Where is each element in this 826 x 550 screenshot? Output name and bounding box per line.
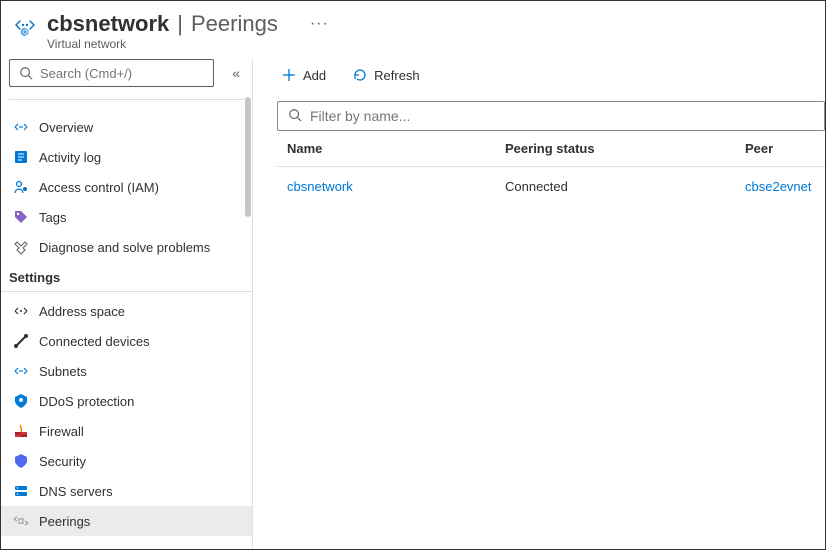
sidebar-item-label: Access control (IAM): [39, 180, 159, 195]
sidebar-item-label: Diagnose and solve problems: [39, 240, 210, 255]
sidebar-item-label: Peerings: [39, 514, 90, 529]
firewall-icon: [13, 423, 29, 439]
column-peer[interactable]: Peer: [745, 141, 815, 156]
add-button[interactable]: Add: [277, 63, 330, 87]
sidebar-item-firewall[interactable]: Firewall: [1, 416, 252, 446]
sidebar-item-security[interactable]: Security: [1, 446, 252, 476]
connected-devices-icon: [13, 333, 29, 349]
subnets-icon: [13, 363, 29, 379]
refresh-icon: [352, 67, 368, 83]
sidebar-item-label: Overview: [39, 120, 93, 135]
sidebar-item-ddos-protection[interactable]: DDoS protection: [1, 386, 252, 416]
sidebar-item-dns-servers[interactable]: DNS servers: [1, 476, 252, 506]
sidebar-item-tags[interactable]: Tags: [1, 202, 252, 232]
page-header: cbsnetwork | Peerings ··· Virtual networ…: [1, 1, 825, 59]
sidebar-item-label: Firewall: [39, 424, 84, 439]
sidebar-item-label: Tags: [39, 210, 66, 225]
more-menu-button[interactable]: ···: [286, 15, 329, 33]
activity-log-icon: [13, 149, 29, 165]
sidebar-item-label: Activity log: [39, 150, 101, 165]
resource-type-label: Virtual network: [47, 37, 809, 51]
ddos-protection-icon: [13, 393, 29, 409]
table-header: Name Peering status Peer: [277, 131, 825, 167]
nav-list: Overview Activity log Access control (IA…: [1, 104, 252, 536]
sidebar-item-subnets[interactable]: Subnets: [1, 356, 252, 386]
sidebar-search-input[interactable]: [40, 66, 205, 81]
title-separator: |: [177, 11, 183, 37]
sidebar-item-connected-devices[interactable]: Connected devices: [1, 326, 252, 356]
sidebar-item-label: Address space: [39, 304, 125, 319]
search-icon: [288, 108, 302, 125]
collapse-sidebar-button[interactable]: «: [228, 61, 244, 85]
resource-title: cbsnetwork: [47, 11, 169, 37]
table-row[interactable]: cbsnetwork Connected cbse2evnet: [277, 167, 825, 206]
add-label: Add: [303, 68, 326, 83]
filter-box[interactable]: [277, 101, 825, 131]
peerings-icon: [13, 513, 29, 529]
refresh-button[interactable]: Refresh: [348, 63, 424, 87]
peering-name-link[interactable]: cbsnetwork: [287, 179, 505, 194]
page-title: Peerings: [191, 11, 278, 37]
overview-icon: [13, 119, 29, 135]
sidebar: « Overview Activity log Access contro: [1, 59, 253, 549]
diagnose-icon: [13, 239, 29, 255]
search-icon: [18, 65, 34, 81]
sidebar-item-label: Subnets: [39, 364, 87, 379]
filter-input[interactable]: [310, 108, 814, 124]
security-icon: [13, 453, 29, 469]
refresh-label: Refresh: [374, 68, 420, 83]
sidebar-item-label: DDoS protection: [39, 394, 134, 409]
sidebar-search[interactable]: [9, 59, 214, 87]
access-control-icon: [13, 179, 29, 195]
virtual-network-icon: [13, 13, 37, 37]
sidebar-item-address-space[interactable]: Address space: [1, 296, 252, 326]
column-name[interactable]: Name: [287, 141, 505, 156]
sidebar-scrollbar[interactable]: [245, 97, 253, 537]
sidebar-item-label: Security: [39, 454, 86, 469]
toolbar: Add Refresh: [277, 59, 825, 101]
settings-section-header: Settings: [1, 262, 252, 292]
tags-icon: [13, 209, 29, 225]
peering-status: Connected: [505, 179, 745, 194]
sidebar-item-overview[interactable]: Overview: [1, 112, 252, 142]
main-content: Add Refresh Name Peering status Peer cbs…: [253, 59, 825, 549]
sidebar-item-activity-log[interactable]: Activity log: [1, 142, 252, 172]
sidebar-item-label: DNS servers: [39, 484, 113, 499]
sidebar-item-access-control[interactable]: Access control (IAM): [1, 172, 252, 202]
sidebar-item-peerings[interactable]: Peerings: [1, 506, 252, 536]
dns-servers-icon: [13, 483, 29, 499]
peer-link[interactable]: cbse2evnet: [745, 179, 815, 194]
sidebar-item-diagnose[interactable]: Diagnose and solve problems: [1, 232, 252, 262]
sidebar-item-label: Connected devices: [39, 334, 150, 349]
address-space-icon: [13, 303, 29, 319]
column-status[interactable]: Peering status: [505, 141, 745, 156]
plus-icon: [281, 67, 297, 83]
